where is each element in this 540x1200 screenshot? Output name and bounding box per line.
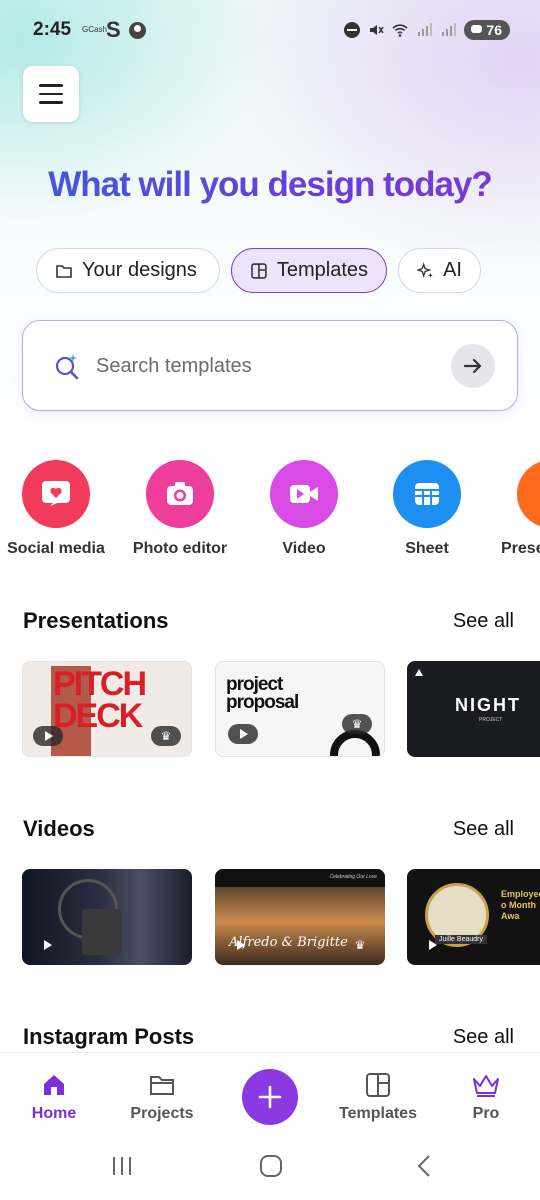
presentation-card-project-proposal[interactable]: project proposal ♛ xyxy=(215,661,385,757)
shortcut-label: Social media xyxy=(7,540,105,557)
shortcut-label: Photo editor xyxy=(132,540,228,557)
shortcut-circle xyxy=(146,460,214,528)
crown-icon: ♛ xyxy=(354,938,366,952)
folder-icon xyxy=(150,1076,174,1095)
nav-templates[interactable]: Templates xyxy=(328,1071,428,1123)
section-title-presentations: Presentations xyxy=(23,608,169,633)
hamburger-icon xyxy=(39,84,63,87)
nav-label: Projects xyxy=(130,1105,194,1122)
presentation-card-night[interactable]: NIGHT PROJECT xyxy=(407,661,540,757)
magic-search-icon xyxy=(55,354,79,380)
nav-home[interactable]: Home xyxy=(4,1071,104,1123)
bottom-navigation: Home Projects Templates Pro xyxy=(0,1052,540,1142)
battery-indicator: 76 xyxy=(464,20,510,40)
logo-triangle xyxy=(415,669,423,676)
heart-icon xyxy=(42,481,70,506)
card-caption: Celebrating Our Love xyxy=(329,874,377,880)
video-icon xyxy=(290,485,318,503)
status-icons: 76 xyxy=(344,20,510,40)
shortcut-social-media[interactable]: Social media xyxy=(0,460,116,558)
s-app-icon: S xyxy=(106,17,121,42)
video-card-wedding[interactable]: Celebrating Our Love Alfredo & Brigitte … xyxy=(215,869,385,965)
signal-icon xyxy=(418,23,433,36)
chip-label: Templates xyxy=(276,259,368,281)
play-icon xyxy=(33,726,63,746)
do-not-disturb-icon xyxy=(344,22,361,38)
section-title-instagram: Instagram Posts xyxy=(23,1024,195,1049)
shortcut-label: Sheet xyxy=(405,540,449,557)
card-title-text: NIGHT xyxy=(455,695,521,715)
shortcut-label: Video xyxy=(282,540,326,557)
search-input[interactable]: Search templates xyxy=(96,355,252,378)
play-icon xyxy=(225,935,255,955)
home-icon xyxy=(44,1075,64,1095)
plus-icon xyxy=(258,1085,282,1109)
recent-apps-icon[interactable] xyxy=(110,1154,134,1178)
shortcut-circle xyxy=(517,460,540,528)
create-button[interactable] xyxy=(242,1069,298,1125)
projector-body-image xyxy=(82,909,122,955)
chip-label: AI xyxy=(443,259,462,281)
home-system-icon[interactable] xyxy=(259,1154,283,1178)
signal-icon-2 xyxy=(442,23,457,36)
shortcut-circle xyxy=(270,460,338,528)
status-bar: 2:45 GCash S 76 xyxy=(0,0,540,60)
card-title-text: project proposal xyxy=(226,674,299,713)
mute-icon xyxy=(370,25,385,35)
card-title-text: Employee o Month Awa xyxy=(501,889,540,921)
shortcut-presentation[interactable]: Prese xyxy=(490,460,540,558)
sparkle-icon xyxy=(417,261,433,278)
card-title-text: PITCH DECK xyxy=(53,665,147,735)
templates-icon xyxy=(366,1073,390,1097)
shortcut-sheet[interactable]: Sheet xyxy=(367,460,487,558)
see-all-instagram[interactable]: See all xyxy=(453,1026,514,1049)
decorative-shape xyxy=(330,730,380,756)
chip-label: Your designs xyxy=(82,259,197,281)
nav-label: Templates xyxy=(339,1105,417,1122)
system-navigation-bar xyxy=(0,1142,540,1200)
nav-pro[interactable]: Pro xyxy=(436,1071,536,1123)
arrow-right-icon xyxy=(463,358,482,374)
video-card-employee[interactable]: Employee o Month Awa Juille Beaudry xyxy=(407,869,540,965)
play-icon xyxy=(417,935,447,955)
wifi-icon xyxy=(392,24,408,37)
crown-icon: ♛ xyxy=(151,726,181,746)
search-box[interactable]: Search templates xyxy=(22,320,518,411)
page-headline: What will you design today? xyxy=(0,165,540,205)
see-all-videos[interactable]: See all xyxy=(453,818,514,841)
shortcut-label: Prese xyxy=(501,540,540,557)
status-time: 2:45 xyxy=(33,19,72,40)
nav-label: Home xyxy=(31,1105,77,1122)
shortcut-circle xyxy=(22,460,90,528)
presentation-card-pitch-deck[interactable]: PITCH DECK ♛ xyxy=(22,661,192,757)
back-icon[interactable] xyxy=(412,1154,436,1178)
shortcut-photo-editor[interactable]: Photo editor xyxy=(120,460,240,558)
nav-label: Pro xyxy=(472,1105,500,1122)
crown-icon: ♛ xyxy=(342,714,372,734)
folder-icon xyxy=(56,264,72,278)
chip-ai[interactable]: AI xyxy=(398,248,481,293)
video-card-projector[interactable] xyxy=(22,869,192,965)
crown-icon xyxy=(473,1075,499,1097)
play-icon xyxy=(228,724,258,744)
sheet-icon xyxy=(415,483,439,505)
shortcut-circle xyxy=(393,460,461,528)
menu-button[interactable] xyxy=(23,66,79,122)
templates-icon xyxy=(251,262,267,279)
see-all-presentations[interactable]: See all xyxy=(453,610,514,633)
chip-templates[interactable]: Templates xyxy=(231,248,387,293)
play-icon xyxy=(32,935,62,955)
shortcut-video[interactable]: Video xyxy=(244,460,364,558)
card-subtitle-text: PROJECT xyxy=(479,717,503,723)
nav-projects[interactable]: Projects xyxy=(112,1071,212,1123)
chip-your-designs[interactable]: Your designs xyxy=(36,248,220,293)
camera-icon xyxy=(167,482,193,505)
gcash-indicator: GCash xyxy=(82,25,107,34)
account-icon xyxy=(129,22,146,39)
search-submit-button[interactable] xyxy=(451,344,495,388)
section-title-videos: Videos xyxy=(23,816,95,841)
